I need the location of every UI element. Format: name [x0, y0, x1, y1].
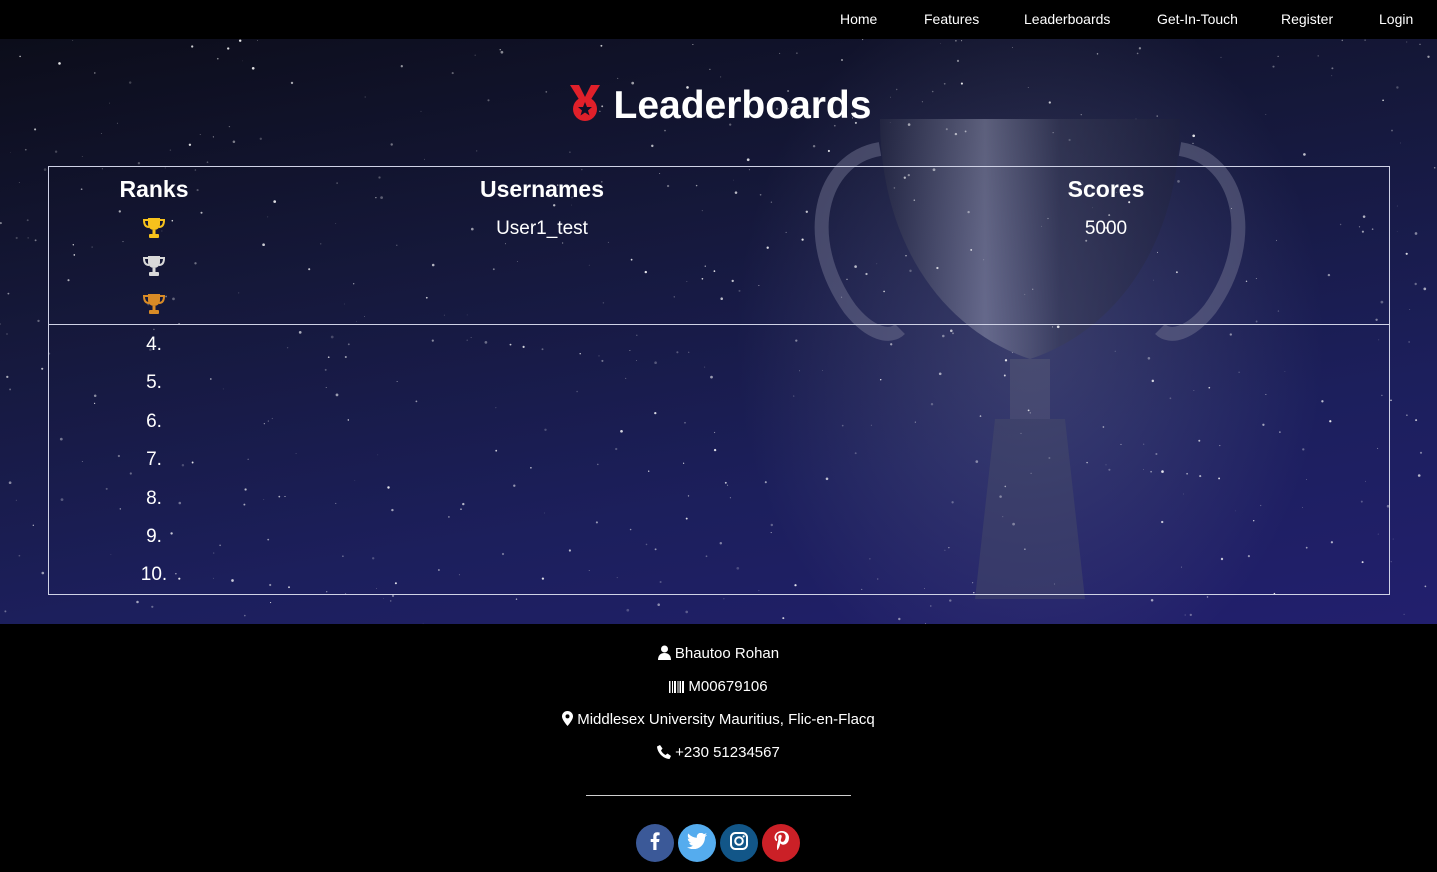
row-1-username: User1_test — [496, 218, 588, 239]
twitter-icon — [687, 832, 707, 854]
row-1-score: 5000 — [1084, 218, 1128, 239]
footer: Bhautoo Rohan M00679106 Middlesex Univer… — [0, 624, 1437, 872]
nav-get-in-touch[interactable]: Get-In-Touch — [1157, 11, 1238, 27]
footer-name: Bhautoo Rohan — [674, 645, 780, 662]
rank-5: 5. — [146, 372, 162, 393]
nav-features[interactable]: Features — [924, 11, 979, 27]
trophy-bronze-icon — [142, 293, 166, 320]
trophy-silver-icon — [142, 255, 166, 282]
footer-address-line: Middlesex University Mauritius, Flic-en-… — [0, 711, 1437, 730]
page-title: Leaderboards — [0, 83, 1437, 128]
nav-register[interactable]: Register — [1281, 11, 1333, 27]
page-title-text: Leaderboards — [613, 83, 872, 127]
twitter-button[interactable] — [678, 824, 716, 862]
trophy-gold-icon — [142, 217, 166, 244]
nav-home[interactable]: Home — [840, 11, 877, 27]
facebook-button[interactable] — [636, 824, 674, 862]
pinterest-button[interactable] — [762, 824, 800, 862]
navbar: Home Features Leaderboards Get-In-Touch … — [0, 0, 1437, 39]
hero-section: Leaderboards Ranks Usernames Scores User… — [0, 39, 1437, 624]
rank-8: 8. — [146, 488, 162, 509]
footer-name-line: Bhautoo Rohan — [0, 645, 1437, 664]
pinterest-icon — [774, 831, 789, 855]
nav-leaderboards[interactable]: Leaderboards — [1024, 11, 1110, 27]
medal-icon — [566, 83, 604, 128]
leaderboard-table: Ranks Usernames Scores User1_test 5000 4… — [48, 166, 1390, 595]
instagram-icon — [730, 831, 748, 855]
header-usernames: Usernames — [479, 176, 605, 202]
footer-phone: +230 51234567 — [675, 744, 780, 761]
footer-address: Middlesex University Mauritius, Flic-en-… — [577, 711, 875, 728]
table-divider — [49, 324, 1389, 325]
rank-6: 6. — [146, 411, 162, 432]
footer-id-line: M00679106 — [0, 678, 1437, 697]
map-marker-icon — [562, 711, 574, 730]
header-scores: Scores — [1067, 176, 1145, 202]
rank-7: 7. — [146, 449, 162, 470]
rank-4: 4. — [146, 334, 162, 355]
user-icon — [657, 645, 671, 664]
barcode-icon — [669, 680, 685, 697]
facebook-icon — [650, 831, 660, 855]
instagram-button[interactable] — [720, 824, 758, 862]
rank-10: 10. — [140, 564, 168, 585]
nav-login[interactable]: Login — [1379, 11, 1413, 27]
header-ranks: Ranks — [119, 176, 189, 202]
footer-student-id: M00679106 — [688, 678, 768, 695]
footer-divider — [586, 795, 851, 796]
footer-phone-line: +230 51234567 — [0, 744, 1437, 763]
rank-9: 9. — [146, 526, 162, 547]
phone-icon — [657, 745, 672, 763]
